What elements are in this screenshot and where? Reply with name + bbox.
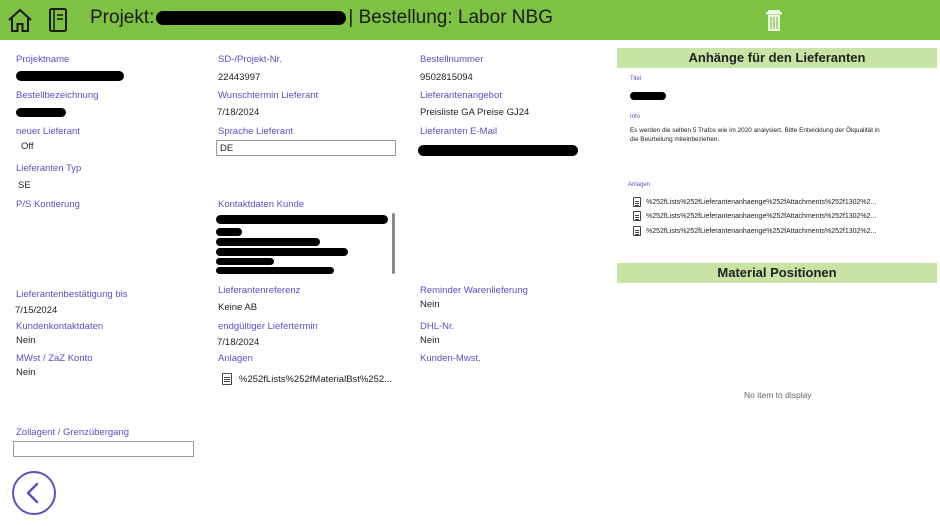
file-icon xyxy=(633,197,641,207)
bestaetigung-value: 7/15/2024 xyxy=(15,305,58,316)
kontakt-redacted-line xyxy=(216,215,388,224)
bestellbezeichnung-value-redacted xyxy=(16,108,66,117)
sd-nr-value: 22443997 xyxy=(218,72,261,83)
neuer-lieferant-value[interactable]: Off xyxy=(21,141,34,152)
ps-kontierung-label: P/S Kontierung xyxy=(16,199,80,210)
zollagent-label: Zollagent / Grenzübergang xyxy=(16,427,130,438)
attachment-file-link[interactable]: %252fLists%252fLieferantenanhaenge%252fA… xyxy=(633,226,876,236)
kundenkontakt-label: Kundenkontaktdaten xyxy=(16,321,104,332)
home-icon[interactable] xyxy=(6,6,34,34)
wunschtermin-label: Wunschtermin Lieferant xyxy=(218,90,319,101)
lieferanten-typ-label: Lieferanten Typ xyxy=(16,163,82,174)
sd-nr-label: SD-/Projekt-Nr. xyxy=(218,54,282,65)
anlagen-file-name: %252fLists%252fMaterialBst%252... xyxy=(239,373,393,385)
material-empty-text: No item to display xyxy=(744,390,812,400)
lieferanten-email-redacted xyxy=(418,145,578,156)
referenz-value: Keine AB xyxy=(218,302,258,313)
trash-icon[interactable] xyxy=(760,6,788,34)
reminder-value: Nein xyxy=(420,299,440,310)
back-button[interactable] xyxy=(12,471,56,515)
reminder-label: Reminder Warenlieferung xyxy=(420,285,528,296)
dhl-label: DHL-Nr. xyxy=(420,321,455,332)
anlagen-file-link[interactable]: %252fLists%252fMaterialBst%252... xyxy=(222,373,392,385)
wunschtermin-value: 7/18/2024 xyxy=(217,107,260,118)
neuer-lieferant-label: neuer Lieferant xyxy=(16,126,80,137)
attachment-file-link[interactable]: %252fLists%252fLieferantenanhaenge%252fA… xyxy=(633,211,876,221)
attachment-file-name: %252fLists%252fLieferantenanhaenge%252fA… xyxy=(646,212,877,220)
zollagent-input[interactable] xyxy=(13,441,194,457)
file-icon xyxy=(222,373,232,385)
liefertermin-label: endgültiger Liefertermin xyxy=(218,321,318,332)
referenz-label: Lieferantenreferenz xyxy=(218,285,301,296)
anlagen-panel-label: Anlagen xyxy=(628,182,651,188)
info-text: Es werden die selben 5 Trafos wie im 202… xyxy=(630,127,880,143)
kontakt-redacted-line xyxy=(216,267,334,274)
kunden-mwst-label: Kunden-Mwst. xyxy=(420,353,481,364)
bestellbezeichnung-label: Bestellbezeichnung xyxy=(16,90,99,101)
anlagen-label: Anlagen xyxy=(218,353,253,364)
liefertermin-value: 7/18/2024 xyxy=(217,337,260,348)
attachment-file-name: %252fLists%252fLieferantenanhaenge%252fA… xyxy=(646,227,877,235)
bestellnummer-label: Bestellnummer xyxy=(420,54,484,65)
attachments-panel-header: Anhänge für den Lieferanten xyxy=(617,48,937,68)
title-prefix: Projekt: xyxy=(90,7,155,28)
titel-label: Titel xyxy=(630,76,642,82)
titel-value-redacted xyxy=(630,92,666,100)
kundenkontakt-value: Nein xyxy=(16,335,36,346)
kontaktdaten-scrollbar[interactable] xyxy=(392,213,395,274)
mwst-value: Nein xyxy=(16,367,36,378)
kontakt-redacted-line xyxy=(216,248,348,256)
file-icon xyxy=(633,211,641,221)
lieferantenangebot-value: Preisliste GA Preise GJ24 xyxy=(420,107,530,118)
page-title: Projekt: | Bestellung: Labor NBG xyxy=(90,7,553,29)
title-suffix: | Bestellung: Labor NBG xyxy=(348,7,553,28)
lieferantenangebot-label: Lieferantenangebot xyxy=(420,90,502,101)
kontaktdaten-label: Kontaktdaten Kunde xyxy=(218,199,305,210)
bestellnummer-value: 9502815094 xyxy=(420,72,473,83)
file-icon xyxy=(633,226,641,236)
attachment-file-name: %252fLists%252fLieferantenanhaenge%252fA… xyxy=(646,198,877,206)
kontakt-redacted-line xyxy=(216,258,274,265)
mwst-label: MWst / ZaZ Konto xyxy=(16,353,93,364)
sprache-label: Sprache Lieferant xyxy=(218,126,293,137)
sprache-input[interactable] xyxy=(216,140,396,156)
header-bar: Projekt: | Bestellung: Labor NBG xyxy=(0,0,940,40)
bestaetigung-label: Lieferantenbestätigung bis xyxy=(16,289,128,300)
chevron-left-icon xyxy=(26,482,39,504)
kontakt-redacted-line xyxy=(216,238,320,246)
info-label: Info xyxy=(630,114,641,120)
kontakt-redacted-line xyxy=(216,228,242,236)
lieferanten-typ-value: SE xyxy=(18,180,31,191)
dhl-value: Nein xyxy=(420,335,440,346)
kontaktdaten-textarea[interactable] xyxy=(214,212,396,276)
projektname-label: Projektname xyxy=(16,54,70,65)
redacted-project-name xyxy=(156,10,347,25)
attachment-file-link[interactable]: %252fLists%252fLieferantenanhaenge%252fA… xyxy=(633,197,876,207)
lieferanten-email-label: Lieferanten E-Mail xyxy=(420,126,498,137)
projektname-value-redacted xyxy=(16,71,124,81)
notebook-icon[interactable] xyxy=(44,6,72,34)
material-panel-header: Material Positionen xyxy=(617,263,937,283)
